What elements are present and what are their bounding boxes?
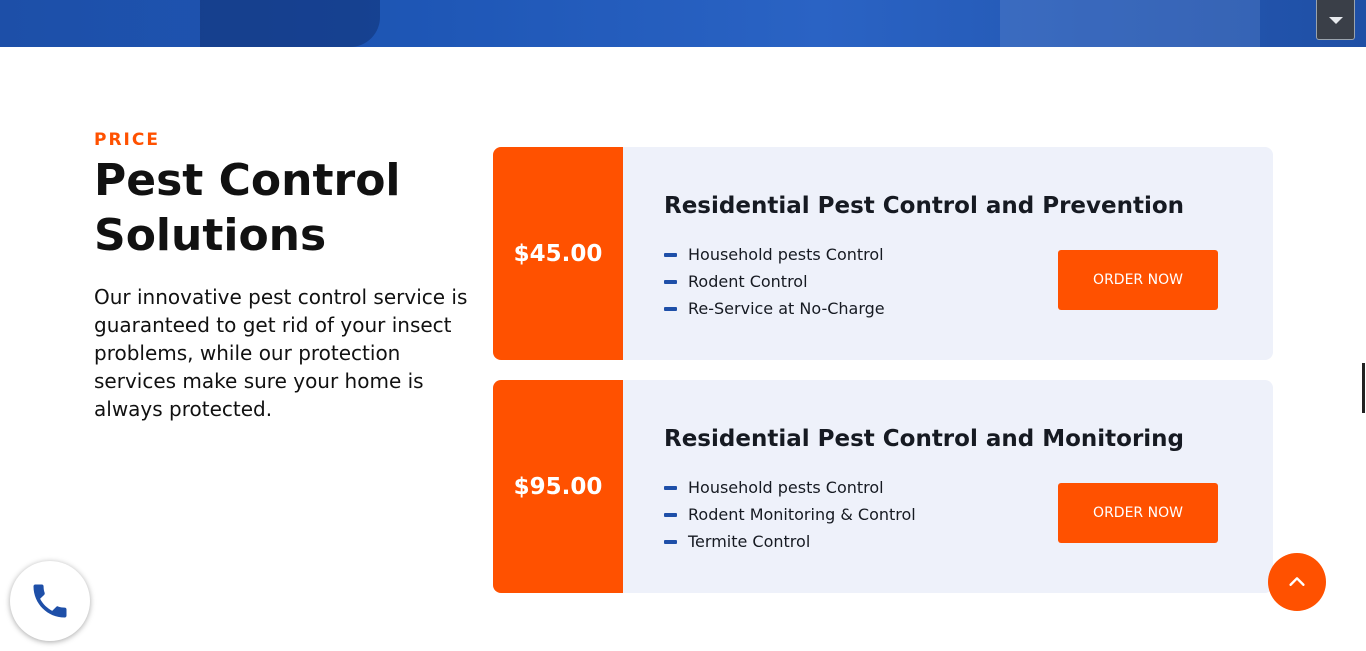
section-eyebrow: PRICE <box>94 130 160 150</box>
hero-image-highlight <box>1000 0 1260 47</box>
feature-text: Household pests Control <box>688 478 884 497</box>
feature-item: Rodent Monitoring & Control <box>664 501 916 528</box>
dash-bullet-icon <box>664 279 677 284</box>
plan-title: Residential Pest Control and Prevention <box>664 193 1185 219</box>
call-button[interactable] <box>10 561 90 641</box>
order-now-button[interactable]: ORDER NOW <box>1058 483 1218 543</box>
scroll-indicator <box>1362 363 1365 413</box>
plan-title: Residential Pest Control and Monitoring <box>664 426 1185 452</box>
section-description: Our innovative pest control service is g… <box>94 285 468 421</box>
back-to-top-button[interactable] <box>1268 553 1326 611</box>
section-title: Pest Control Solutions <box>94 155 401 261</box>
feature-text: Re-Service at No-Charge <box>688 299 885 318</box>
hero-image-shade <box>200 0 380 47</box>
dash-bullet-icon <box>664 306 677 311</box>
price-box: $95.00 <box>493 380 623 593</box>
dropdown-toggle-button[interactable] <box>1316 0 1355 40</box>
feature-list: Household pests Control Rodent Monitorin… <box>664 474 916 555</box>
dash-bullet-icon <box>664 512 677 517</box>
feature-item: Household pests Control <box>664 241 885 268</box>
feature-list: Household pests Control Rodent Control R… <box>664 241 885 322</box>
pricing-card: $45.00 Residential Pest Control and Prev… <box>493 147 1273 360</box>
price-label: $45.00 <box>513 240 603 267</box>
feature-item: Household pests Control <box>664 474 916 501</box>
price-label: $95.00 <box>513 473 603 500</box>
dash-bullet-icon <box>664 539 677 544</box>
dash-bullet-icon <box>664 252 677 257</box>
chevron-up-icon <box>1289 577 1305 586</box>
feature-text: Household pests Control <box>688 245 884 264</box>
feature-item: Rodent Control <box>664 268 885 295</box>
feature-item: Termite Control <box>664 528 916 555</box>
dash-bullet-icon <box>664 485 677 490</box>
feature-text: Rodent Control <box>688 272 808 291</box>
pricing-card: $95.00 Residential Pest Control and Moni… <box>493 380 1273 593</box>
hero-banner <box>0 0 1366 47</box>
feature-text: Rodent Monitoring & Control <box>688 505 916 524</box>
price-box: $45.00 <box>493 147 623 360</box>
phone-icon <box>33 584 67 618</box>
feature-text: Termite Control <box>688 532 811 551</box>
feature-item: Re-Service at No-Charge <box>664 295 885 322</box>
caret-down-icon <box>1328 17 1343 24</box>
order-now-button[interactable]: ORDER NOW <box>1058 250 1218 310</box>
